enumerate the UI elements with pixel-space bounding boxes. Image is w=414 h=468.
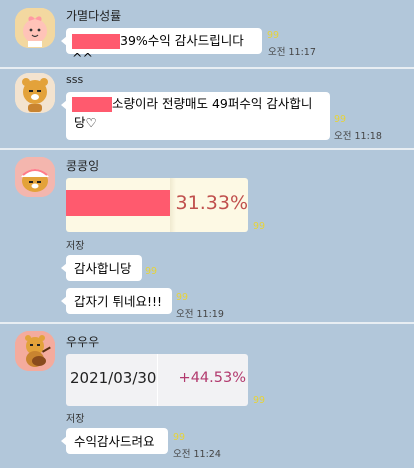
message-bubble[interactable]: 갑자기 튀네요!!! (61, 288, 172, 314)
unread-count: 99 (176, 292, 189, 303)
unread-count: 99 (267, 30, 280, 41)
message-time: 오전 11:19 (176, 309, 224, 320)
message-text: 수익감사드려요 (74, 434, 155, 449)
card-value: 31.33% (175, 192, 248, 214)
sender-name: sss (66, 73, 84, 86)
message-text-line1: 소량이라 전량매도 49퍼수익 감사합니 (112, 96, 313, 111)
image-card[interactable]: 31.33% (66, 178, 248, 232)
message-text: 감사합니당 (74, 261, 132, 276)
message-block-3: 콩콩잉 31.33% 99 저장 감사합니당 99 갑자기 튀네요!!! 99 … (0, 150, 414, 320)
message-bubble[interactable]: 감사합니당 (61, 255, 142, 281)
redacted-block (72, 34, 120, 49)
unread-count: 99 (253, 221, 266, 232)
sender-name: 우우우 (66, 335, 100, 349)
lion-character-icon[interactable] (15, 73, 55, 113)
image-card[interactable]: 2021/03/30 +44.53% (66, 354, 248, 406)
save-label[interactable]: 저장 (66, 410, 84, 425)
message-block-1: 가멸다성률 39%수익 감사드립니다 ^^ 99 오전 11:17 (0, 0, 414, 70)
card-separator (157, 354, 158, 406)
divider (0, 67, 414, 69)
message-bubble[interactable]: 39%수익 감사드립니다 ^^ (61, 28, 262, 65)
lion-sleeping-cap-icon[interactable] (15, 157, 55, 197)
peach-character-icon[interactable] (15, 8, 55, 48)
unread-count: 99 (145, 266, 158, 277)
sender-name: 콩콩잉 (66, 159, 100, 173)
redacted-block (66, 190, 170, 216)
card-date: 2021/03/30 (70, 369, 157, 387)
message-time: 오전 11:18 (334, 131, 382, 142)
message-text-line2: 당♡ (74, 115, 97, 130)
message-time: 오전 11:17 (268, 47, 316, 58)
redacted-block (72, 97, 112, 112)
unread-count: 99 (334, 114, 347, 125)
message-block-2: sss 소량이라 전량매도 49퍼수익 감사합니 당♡ 99 오전 11:18 (0, 70, 414, 148)
unread-count: 99 (173, 432, 186, 443)
message-bubble[interactable]: 소량이라 전량매도 49퍼수익 감사합니 당♡ (61, 92, 330, 140)
message-block-4: 우우우 2021/03/30 +44.53% 99 저장 수익감사드려요 99 … (0, 324, 414, 468)
card-value: +44.53% (178, 370, 246, 386)
save-label[interactable]: 저장 (66, 237, 84, 252)
lion-guitar-icon[interactable] (15, 331, 55, 371)
sender-name: 가멸다성률 (66, 9, 122, 23)
message-bubble[interactable]: 수익감사드려요 (61, 428, 168, 454)
message-text: 갑자기 튀네요!!! (74, 294, 163, 309)
unread-count: 99 (253, 395, 266, 406)
message-time: 오전 11:24 (173, 449, 221, 460)
